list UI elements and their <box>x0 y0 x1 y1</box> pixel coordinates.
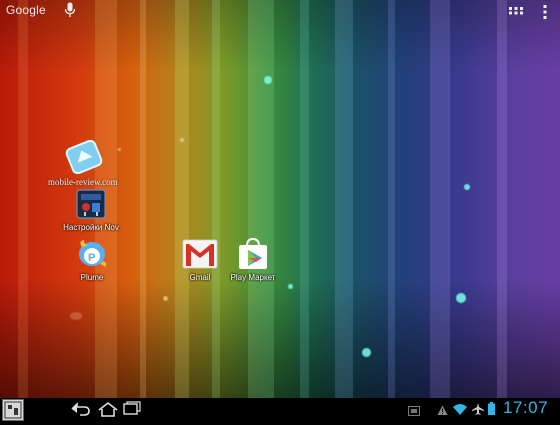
light-orb <box>362 348 371 357</box>
wallpaper-streak <box>300 0 309 398</box>
shortcut-label: Настройки Nov <box>63 223 119 232</box>
wifi-icon <box>453 402 467 415</box>
wallpaper-streak <box>140 0 146 398</box>
light-orb <box>118 148 121 151</box>
wallpaper-streak <box>335 0 353 398</box>
wallpaper-streak <box>18 0 28 398</box>
light-orb <box>264 76 272 84</box>
light-orb <box>163 296 168 301</box>
light-orb <box>180 138 184 142</box>
wallpaper-streak <box>175 0 189 398</box>
battery-icon <box>488 402 495 415</box>
all-apps-icon[interactable] <box>509 6 523 18</box>
mobile-review-logo-icon[interactable] <box>64 139 104 175</box>
shortcut-nova-settings[interactable]: Настройки Nov <box>51 187 131 232</box>
shortcut-play-market[interactable]: Play Маркет <box>213 237 293 282</box>
warning-icon[interactable] <box>437 403 448 415</box>
wallpaper-streak <box>212 0 220 398</box>
light-orb <box>464 184 470 190</box>
wallpaper-streak <box>497 0 507 398</box>
shortcut-label: Plume <box>80 273 104 282</box>
airplane-mode-icon <box>472 402 484 415</box>
back-icon[interactable] <box>66 400 92 418</box>
overflow-menu-icon[interactable] <box>543 5 547 19</box>
wallpaper-streak <box>430 0 450 398</box>
nova-settings-icon <box>71 187 111 221</box>
google-search-button[interactable]: Google <box>6 3 46 17</box>
light-orb <box>456 293 466 303</box>
shortcut-label: Play Маркет <box>230 273 276 282</box>
recent-apps-icon[interactable] <box>119 400 145 418</box>
plume-bird-icon: P <box>72 237 112 271</box>
watermark-text: mobile-review.com <box>48 177 118 187</box>
svg-text:P: P <box>88 252 95 264</box>
shortcut-plume[interactable]: P Plume <box>52 237 132 282</box>
wallpaper-streak <box>388 0 395 398</box>
clock[interactable]: 17:07 <box>503 398 548 418</box>
home-icon[interactable] <box>95 400 121 418</box>
play-store-bag-icon <box>233 237 273 271</box>
light-orb <box>288 284 293 289</box>
microphone-icon[interactable] <box>64 2 76 18</box>
screenshot-icon[interactable] <box>408 403 420 416</box>
light-orb <box>70 312 82 320</box>
wallpaper-streak <box>248 0 274 398</box>
system-bar: 17:07 <box>0 398 560 421</box>
site-logo-icon <box>2 399 24 421</box>
